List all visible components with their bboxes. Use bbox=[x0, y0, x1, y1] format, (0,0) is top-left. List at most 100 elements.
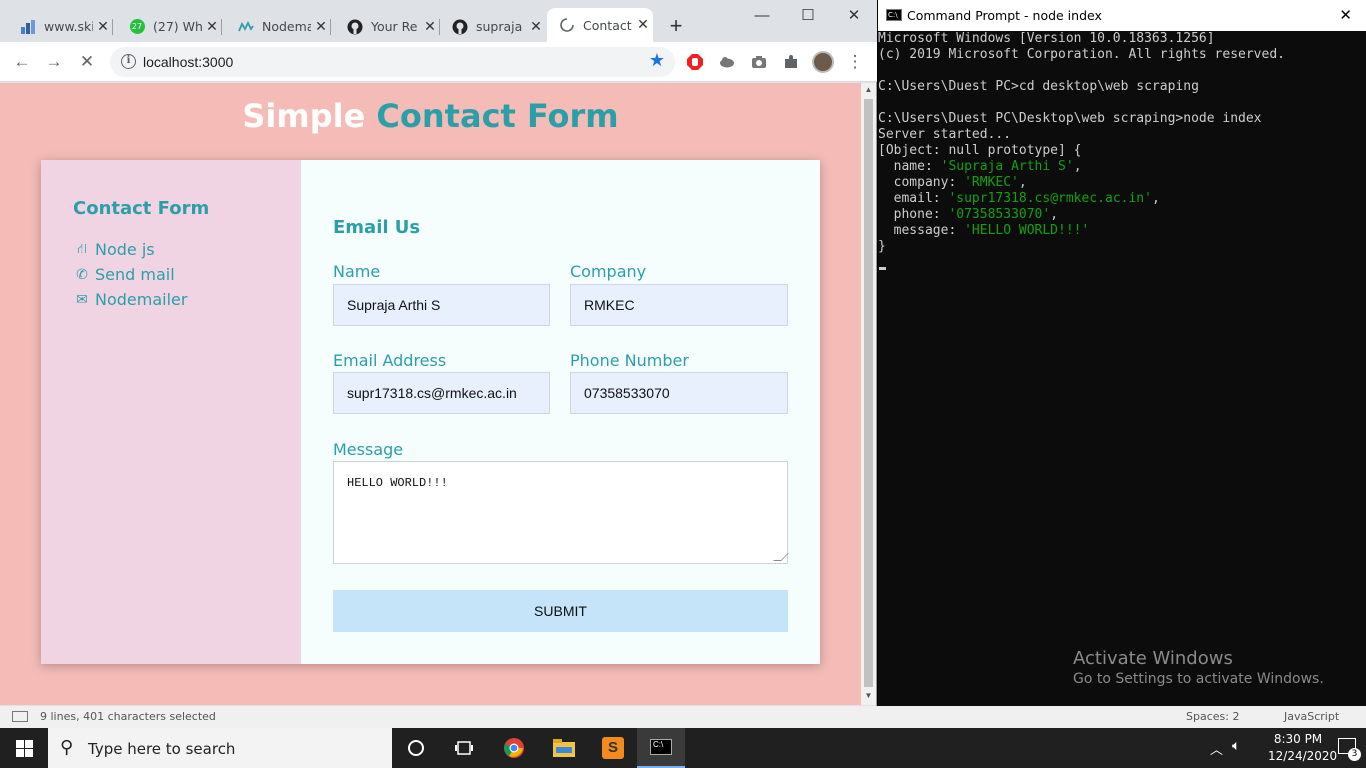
indent-status[interactable]: Spaces: 2 bbox=[1186, 710, 1239, 723]
console-field: name: 'Supraja Arthi S', bbox=[878, 159, 1082, 174]
sidebar-item-send-mail[interactable]: ✆ Send mail bbox=[73, 265, 175, 284]
tab-github-profile[interactable]: supraja ✕ bbox=[440, 11, 546, 42]
cmd-console[interactable]: Microsoft Windows [Version 10.0.18363.12… bbox=[878, 31, 1366, 708]
back-button[interactable]: ← bbox=[10, 50, 34, 74]
browser-window: www.ski ✕ 27 (27) Wh ✕ Nodema ✕ Your Re … bbox=[0, 0, 877, 706]
close-window-button[interactable]: ✕ bbox=[834, 4, 874, 28]
camera-extension-icon[interactable] bbox=[747, 50, 771, 74]
activate-windows-watermark: Activate Windows Go to Settings to activa… bbox=[1073, 648, 1324, 688]
start-button[interactable] bbox=[0, 728, 48, 768]
sidebar-item-label: Nodemailer bbox=[95, 290, 188, 309]
email-label: Email Address bbox=[333, 351, 447, 370]
message-textarea[interactable]: HELLO WORLD!!! bbox=[333, 461, 789, 564]
cortana-icon[interactable] bbox=[392, 728, 440, 768]
scrollbar-thumb[interactable] bbox=[864, 99, 873, 687]
maximize-button[interactable]: ☐ bbox=[788, 4, 828, 28]
title-contact-form: Contact Form bbox=[376, 97, 619, 135]
name-label: Name bbox=[333, 262, 381, 281]
sidebar-item-nodemailer[interactable]: ✉ Nodemailer bbox=[73, 290, 187, 309]
road-icon: ⛙ bbox=[77, 240, 87, 257]
search-icon: ⚲ bbox=[60, 737, 74, 758]
tab-title: www.ski bbox=[44, 19, 93, 34]
info-icon[interactable]: i bbox=[121, 54, 136, 69]
company-input[interactable]: RMKEC bbox=[570, 284, 788, 326]
bookmark-star-icon[interactable]: ★ bbox=[649, 50, 665, 71]
tab-contact-active[interactable]: Contact ✕ bbox=[547, 8, 653, 42]
system-tray: ︿ 🔈︎ 8:30 PM 12/24/2020 3 bbox=[1186, 728, 1366, 768]
chrome-app-icon[interactable] bbox=[490, 728, 538, 768]
message-label: Message bbox=[333, 440, 404, 459]
close-tab-icon[interactable]: ✕ bbox=[202, 19, 222, 35]
sublime-text-icon[interactable]: S bbox=[589, 728, 637, 768]
console-field: company: 'RMKEC', bbox=[878, 175, 1027, 190]
tab-title: supraja bbox=[476, 19, 523, 34]
stop-loading-button[interactable]: ✕ bbox=[75, 50, 99, 74]
selection-status: 9 lines, 401 characters selected bbox=[40, 710, 216, 723]
taskbar-search-box[interactable]: ⚲ Type here to search bbox=[48, 728, 392, 768]
resize-handle-icon[interactable] bbox=[773, 553, 789, 561]
minimize-button[interactable]: — bbox=[742, 4, 782, 28]
tab-whatsapp[interactable]: 27 (27) Wh ✕ bbox=[117, 11, 222, 42]
console-line: C:\Users\Duest PC>cd desktop\web scrapin… bbox=[878, 79, 1199, 94]
scroll-down-icon[interactable]: ▼ bbox=[861, 689, 876, 703]
cmd-app-icon: C:\ bbox=[886, 9, 902, 21]
chevron-up-icon[interactable]: ︿ bbox=[1210, 739, 1223, 758]
language-status[interactable]: JavaScript bbox=[1284, 710, 1339, 723]
whatsapp-favicon-icon: 27 bbox=[129, 19, 145, 35]
close-tab-icon[interactable]: ✕ bbox=[93, 19, 113, 35]
loading-spinner-icon bbox=[559, 17, 575, 33]
form-panel: Email Us Name Supraja Arthi S Company RM… bbox=[301, 160, 820, 664]
email-input[interactable]: supr17318.cs@rmkec.ac.in bbox=[333, 372, 550, 414]
github-favicon-icon bbox=[347, 19, 363, 35]
address-bar[interactable]: i localhost:3000 ★ bbox=[110, 47, 675, 77]
close-tab-icon[interactable]: ✕ bbox=[633, 17, 653, 33]
search-placeholder: Type here to search bbox=[88, 740, 236, 758]
desktop: www.ski ✕ 27 (27) Wh ✕ Nodema ✕ Your Re … bbox=[0, 0, 1366, 768]
submit-button[interactable]: SUBMIT bbox=[333, 590, 788, 632]
page-scrollbar[interactable]: ▲ ▼ bbox=[861, 83, 876, 705]
sidebar-item-node-js[interactable]: ⛙ Node js bbox=[73, 240, 155, 259]
tab-github-repo[interactable]: Your Re ✕ bbox=[335, 11, 440, 42]
task-view-icon[interactable] bbox=[440, 728, 488, 768]
windows-taskbar: ⚲ Type here to search S C:\ ︿ 🔈︎ 8:30 PM… bbox=[0, 728, 1366, 768]
tab-strip: www.ski ✕ 27 (27) Wh ✕ Nodema ✕ Your Re … bbox=[0, 0, 877, 42]
close-tab-icon[interactable]: ✕ bbox=[420, 19, 440, 35]
sidebar-item-label: Send mail bbox=[95, 265, 175, 284]
file-explorer-icon[interactable] bbox=[540, 728, 588, 768]
tab-nodemailer[interactable]: Nodema ✕ bbox=[226, 11, 331, 42]
console-line: Server started... bbox=[878, 127, 1012, 142]
forward-button[interactable]: → bbox=[42, 50, 66, 74]
profile-avatar[interactable] bbox=[811, 50, 835, 74]
menu-kebab-icon[interactable]: ⋮ bbox=[843, 50, 867, 74]
phone-input[interactable]: 07358533070 bbox=[570, 372, 788, 414]
tab-skimlinks[interactable]: www.ski ✕ bbox=[8, 11, 113, 42]
console-field: message: 'HELLO WORLD!!!' bbox=[878, 223, 1090, 238]
arrow-right-icon: → bbox=[45, 52, 63, 71]
envelope-icon: ✉ bbox=[76, 291, 88, 308]
volume-icon[interactable]: 🔈︎ bbox=[1232, 738, 1240, 754]
clock-time: 8:30 PM bbox=[1273, 732, 1323, 746]
panel-toggle-icon[interactable] bbox=[12, 711, 28, 722]
title-simple: Simple bbox=[242, 97, 366, 135]
sidebar-item-label: Node js bbox=[95, 240, 155, 259]
chart-favicon-icon bbox=[20, 19, 36, 35]
adblock-extension-icon[interactable] bbox=[683, 50, 707, 74]
new-tab-button[interactable]: + bbox=[664, 13, 688, 39]
page-title: Simple Contact Form bbox=[0, 97, 861, 135]
name-input[interactable]: Supraja Arthi S bbox=[333, 284, 550, 326]
extensions-puzzle-icon[interactable] bbox=[779, 50, 803, 74]
console-field: email: 'supr17318.cs@rmkec.ac.in', bbox=[878, 191, 1160, 206]
extension-cloud-icon[interactable] bbox=[715, 50, 739, 74]
cmd-titlebar: C:\ Command Prompt - node index ✕ bbox=[878, 0, 1366, 31]
close-tab-icon[interactable]: ✕ bbox=[311, 19, 331, 35]
tab-title: Contact bbox=[583, 17, 632, 33]
cmd-close-button[interactable]: ✕ bbox=[1339, 6, 1352, 24]
close-icon: ✕ bbox=[79, 52, 95, 71]
scroll-up-icon[interactable]: ▲ bbox=[861, 83, 876, 97]
notification-count-badge: 3 bbox=[1348, 748, 1361, 761]
clock[interactable]: 8:30 PM 12/24/2020 bbox=[1268, 732, 1337, 763]
command-prompt-app-icon[interactable]: C:\ bbox=[637, 728, 685, 768]
command-prompt-window: C:\ Command Prompt - node index ✕ Micros… bbox=[878, 0, 1366, 708]
close-tab-icon[interactable]: ✕ bbox=[526, 19, 546, 35]
